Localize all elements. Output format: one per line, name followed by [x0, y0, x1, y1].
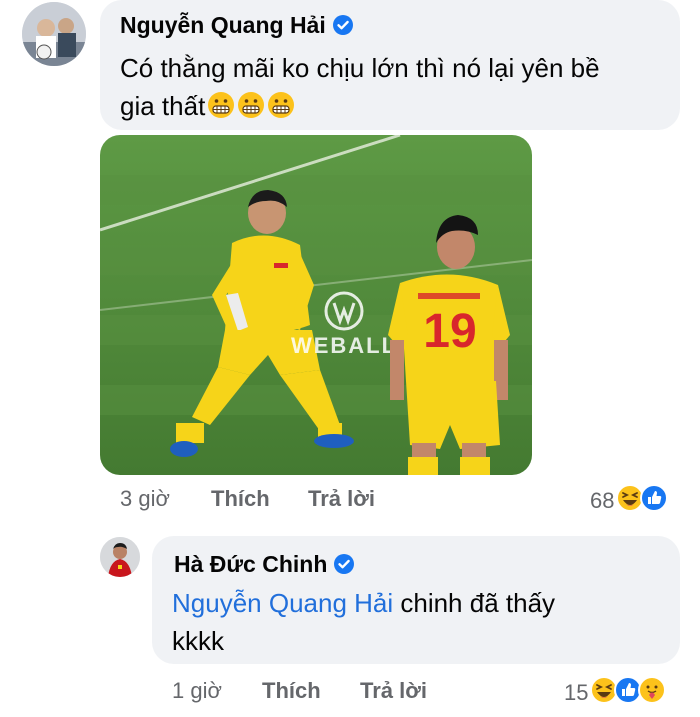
reply-like-button-label[interactable]: Thích: [262, 678, 321, 703]
comment-text-line2: gia thất: [120, 87, 600, 129]
verified-badge-icon: [332, 14, 354, 42]
comment-text: Có thằng mãi ko chịu lớn thì nó lại yên …: [120, 49, 600, 129]
grimacing-face-icon: [267, 91, 295, 129]
reply-timestamp[interactable]: 1 giờ: [172, 678, 222, 703]
watermark-text: WEBALL: [291, 333, 397, 358]
like-button-label[interactable]: Thích: [211, 486, 270, 511]
grimacing-face-icon: [207, 91, 235, 129]
reply-like-button[interactable]: Thích: [262, 678, 321, 704]
reply-author-name[interactable]: Hà Đức Chinh: [174, 551, 355, 581]
grimacing-face-icon: [237, 91, 265, 129]
commenter-avatar[interactable]: [22, 2, 86, 66]
reply-author-name-text[interactable]: Hà Đức Chinh: [174, 551, 327, 577]
reply-text-line1: Nguyễn Quang Hải chinh đã thấy: [172, 584, 555, 622]
like-icon: [640, 484, 669, 518]
comment-author-name[interactable]: Nguyễn Quang Hải: [120, 12, 354, 42]
comment-photo[interactable]: WEBALL 19: [100, 135, 532, 475]
reply-reply-button[interactable]: Trả lời: [360, 678, 427, 704]
reply-meta-row: 1 giờ: [172, 678, 222, 704]
reply-text-line2: kkkk: [172, 626, 224, 656]
like-button[interactable]: Thích: [211, 486, 270, 512]
mention-link[interactable]: Nguyễn Quang Hải: [172, 588, 393, 618]
author-name-text[interactable]: Nguyễn Quang Hải: [120, 12, 326, 38]
reply-button[interactable]: Trả lời: [308, 486, 375, 512]
reply-button-label[interactable]: Trả lời: [308, 486, 375, 511]
comment-reactions[interactable]: 68: [590, 484, 669, 518]
reply-text-body: chinh đã thấy: [393, 588, 556, 618]
reply-reactions[interactable]: 15: [564, 676, 667, 710]
reply-text: Nguyễn Quang Hải chinh đã thấy kkkk: [172, 584, 555, 660]
comment-meta-row: 3 giờ: [120, 486, 170, 512]
reply-reaction-count[interactable]: 15: [564, 680, 588, 706]
comment-timestamp[interactable]: 3 giờ: [120, 486, 170, 511]
care-icon: [638, 676, 667, 710]
replier-avatar[interactable]: [100, 537, 140, 577]
comment-text-line1: Có thằng mãi ko chịu lớn thì nó lại yên …: [120, 53, 600, 83]
reply-reply-button-label[interactable]: Trả lời: [360, 678, 427, 703]
verified-badge-icon: [333, 553, 355, 581]
reaction-count[interactable]: 68: [590, 488, 614, 514]
jersey-number: 19: [423, 305, 476, 358]
